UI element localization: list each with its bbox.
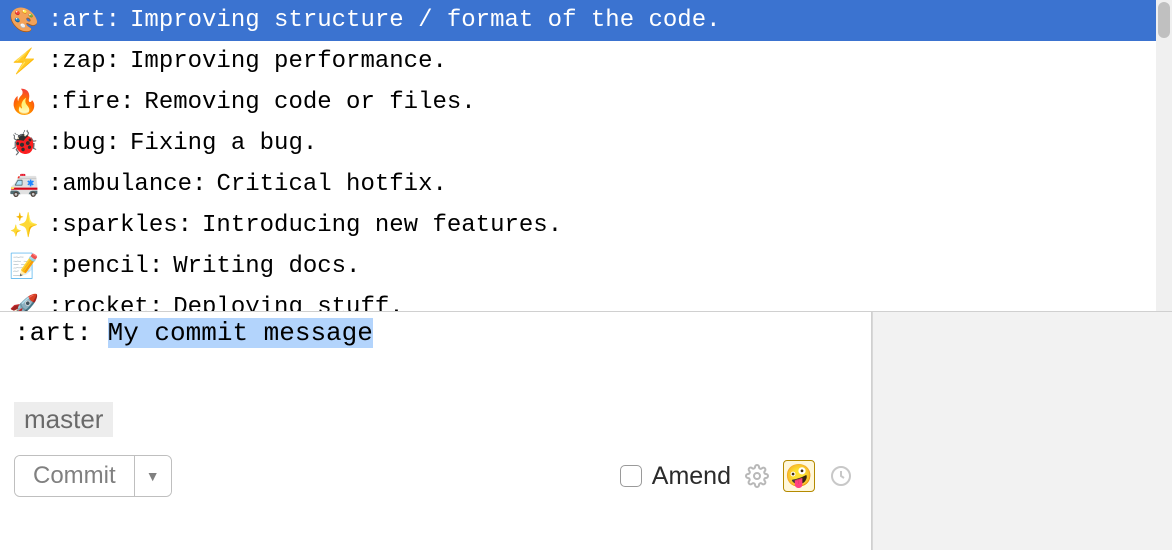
- emoji-code: :zap:: [48, 48, 120, 75]
- autocomplete-item[interactable]: 🎨 :art: Improving structure / format of th…: [0, 0, 1172, 41]
- autocomplete-item[interactable]: 📝 :pencil: Writing docs.: [0, 246, 1172, 287]
- emoji-description: Introducing new features.: [202, 212, 562, 239]
- emoji-description: Fixing a bug.: [130, 130, 317, 157]
- history-button[interactable]: [825, 460, 857, 492]
- commit-message-input[interactable]: :art: My commit message: [0, 312, 871, 402]
- commit-button[interactable]: Commit: [15, 456, 135, 496]
- settings-button[interactable]: [741, 460, 773, 492]
- scrollbar-thumb[interactable]: [1158, 2, 1170, 38]
- branch-row: master: [0, 402, 871, 445]
- emoji-description: Writing docs.: [173, 253, 360, 280]
- emoji-icon: 🚀: [10, 293, 38, 311]
- amend-label: Amend: [652, 462, 731, 491]
- emoji-icon: 🔥: [10, 88, 38, 117]
- emoji-code: :art:: [48, 7, 120, 34]
- autocomplete-list: 🎨 :art: Improving structure / format of th…: [0, 0, 1172, 311]
- emoji-description: Removing code or files.: [144, 89, 475, 116]
- commit-button-group: Commit ▼: [14, 455, 172, 497]
- emoji-code: :bug:: [48, 130, 120, 157]
- emoji-code: :ambulance:: [48, 171, 206, 198]
- autocomplete-item[interactable]: ⚡ :zap: Improving performance.: [0, 41, 1172, 82]
- right-gutter: [872, 312, 1172, 550]
- scrollbar-track[interactable]: [1156, 0, 1172, 311]
- emoji-code: :rocket:: [48, 294, 163, 311]
- emoji-description: Improving performance.: [130, 48, 447, 75]
- emoji-description: Deploying stuff.: [173, 294, 403, 311]
- amend-checkbox-group[interactable]: Amend: [620, 462, 731, 491]
- emoji-description: Improving structure / format of the code…: [130, 7, 721, 34]
- emoji-code: :sparkles:: [48, 212, 192, 239]
- emoji-icon: ✨: [10, 211, 38, 240]
- gear-icon: [745, 464, 769, 488]
- emoji-icon: 🎨: [10, 6, 38, 35]
- amend-checkbox[interactable]: [620, 465, 642, 487]
- autocomplete-panel: 🎨 :art: Improving structure / format of th…: [0, 0, 1172, 312]
- autocomplete-item[interactable]: 🔥 :fire: Removing code or files.: [0, 82, 1172, 123]
- commit-dropdown-button[interactable]: ▼: [135, 456, 171, 496]
- emoji-icon: 📝: [10, 252, 38, 281]
- commit-message-selection: My commit message: [108, 318, 373, 348]
- emoji-icon: 🚑: [10, 170, 38, 199]
- branch-chip[interactable]: master: [14, 402, 113, 437]
- chevron-down-icon: ▼: [146, 468, 160, 484]
- commit-toolbar: Commit ▼ Amend 🤪: [0, 445, 871, 511]
- emoji-icon: ⚡: [10, 47, 38, 76]
- clock-icon: [829, 464, 853, 488]
- autocomplete-item[interactable]: 🐞 :bug: Fixing a bug.: [0, 123, 1172, 164]
- autocomplete-item[interactable]: ✨ :sparkles: Introducing new features.: [0, 205, 1172, 246]
- emoji-picker-button[interactable]: 🤪: [783, 460, 815, 492]
- emoji-code: :pencil:: [48, 253, 163, 280]
- autocomplete-item[interactable]: 🚀 :rocket: Deploying stuff.: [0, 287, 1172, 311]
- commit-message-prefix: :art:: [14, 318, 108, 348]
- emoji-description: Critical hotfix.: [216, 171, 446, 198]
- emoji-code: :fire:: [48, 89, 134, 116]
- crazy-face-icon: 🤪: [785, 463, 812, 489]
- emoji-icon: 🐞: [10, 129, 38, 158]
- autocomplete-item[interactable]: 🚑 :ambulance: Critical hotfix.: [0, 164, 1172, 205]
- commit-message-area[interactable]: :art: My commit message master Commit ▼ …: [0, 312, 872, 550]
